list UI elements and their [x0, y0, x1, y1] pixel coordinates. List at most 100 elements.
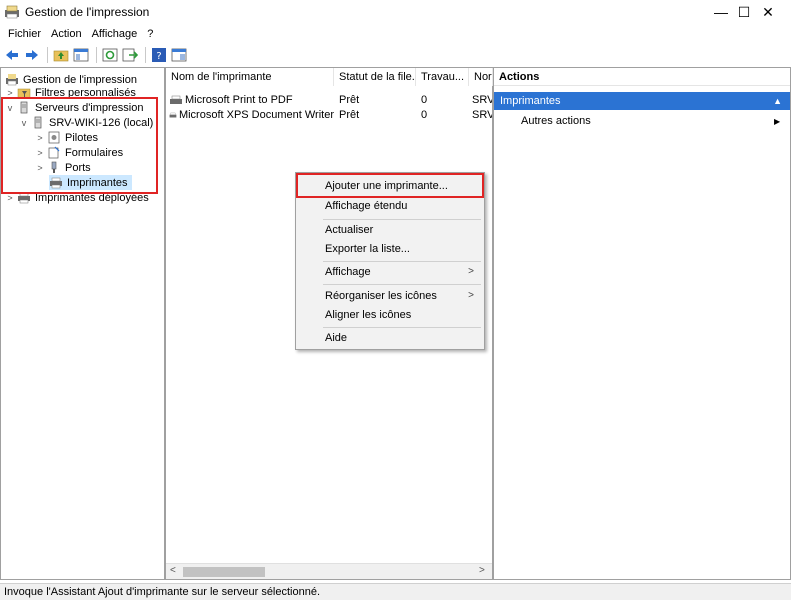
tree-item-label: SRV-WIKI-126 (local) [49, 116, 154, 129]
chevron-right-icon[interactable]: > [35, 133, 45, 143]
chevron-right-icon[interactable]: > [35, 148, 45, 158]
menu-item-ajouter-imprimante[interactable]: Ajouter une imprimante... [296, 176, 484, 196]
actions-section-imprimantes[interactable]: Imprimantes ▲ [494, 92, 790, 110]
printer-name: Microsoft XPS Document Writer [178, 109, 334, 121]
menu-item-exporter-liste[interactable]: Exporter la liste... [296, 239, 484, 259]
menu-item-aide[interactable]: Aide [296, 328, 484, 348]
printer-jobs: 0 [421, 94, 428, 106]
menu-action[interactable]: Action [47, 25, 88, 44]
horizontal-scrollbar[interactable]: < > [166, 563, 492, 579]
menu-separator [323, 284, 481, 285]
menu-bar: Fichier Action Affichage ? [0, 25, 791, 44]
printer-icon [18, 192, 30, 204]
menu-item-label: Réorganiser les icônes [325, 290, 437, 302]
tree-item-deployees[interactable]: > Imprimantes déployées [5, 190, 148, 205]
toolbar: ? [0, 44, 791, 66]
tree-item-label: Filtres personnalisés [35, 86, 136, 99]
tree-item-ports[interactable]: > Ports [35, 160, 91, 175]
submenu-right-icon[interactable]: ▶ [774, 114, 780, 129]
chevron-right-icon[interactable]: > [35, 163, 45, 173]
menu-item-label: Ajouter une imprimante... [325, 180, 448, 192]
printer-icon [170, 95, 182, 104]
status-bar: Invoque l'Assistant Ajout d'imprimante s… [0, 583, 791, 600]
printer-server: SRV [472, 94, 492, 106]
printer-name-cell: Microsoft Print to PDF [169, 93, 334, 107]
menu-item-label: Affichage [325, 266, 371, 278]
show-hide-tree-icon [73, 48, 89, 62]
menu-item-affichage-etendu[interactable]: Affichage étendu [296, 196, 484, 216]
table-row[interactable]: Microsoft Print to PDF Prêt 0 SRV [166, 93, 492, 107]
forward-button[interactable] [23, 46, 41, 64]
filter-folder-icon [17, 88, 31, 99]
tree-item-label: Serveurs d'impression [35, 101, 144, 114]
menu-item-reorganiser-icones[interactable]: Réorganiser les icônes > [296, 286, 484, 306]
refresh-button[interactable] [101, 46, 119, 64]
menu-item-actualiser[interactable]: Actualiser [296, 220, 484, 240]
close-button[interactable]: ✕ [745, 0, 791, 24]
menu-item-label: Affichage étendu [325, 200, 408, 212]
mmc-button[interactable] [170, 46, 188, 64]
export-list-button[interactable] [121, 46, 139, 64]
submenu-arrow-icon: > [468, 266, 474, 277]
up-folder-icon [53, 50, 69, 62]
refresh-icon [102, 48, 118, 62]
submenu-arrow-icon: > [468, 290, 474, 301]
column-header-jobs[interactable]: Travau... [416, 68, 469, 86]
tree-item-pilotes[interactable]: > Pilotes [35, 130, 98, 145]
table-row[interactable]: Microsoft XPS Document Writer Prêt 0 SRV [166, 108, 492, 122]
chevron-right-icon[interactable]: > [5, 88, 15, 98]
close-icon: ✕ [762, 3, 774, 20]
column-header-server[interactable]: Nor [469, 68, 493, 86]
forms-icon [48, 146, 60, 159]
tree-item-label: Formulaires [65, 146, 124, 159]
back-button[interactable] [3, 46, 21, 64]
export-list-icon [122, 48, 138, 62]
tree-item-imprimantes[interactable]: Imprimantes [49, 175, 132, 190]
forward-icon [26, 50, 38, 60]
up-folder-button[interactable] [52, 46, 70, 64]
scroll-right-icon[interactable]: > [479, 565, 485, 576]
actions-header: Actions [494, 68, 790, 86]
menu-item-aligner-icones[interactable]: Aligner les icônes [296, 305, 484, 325]
chevron-down-icon[interactable]: v [5, 103, 15, 113]
title-bar: Gestion de l'impression — ☐ ✕ [0, 0, 791, 24]
column-header-status[interactable]: Statut de la file... [334, 68, 416, 86]
scroll-left-icon[interactable]: < [170, 565, 176, 576]
column-header-name[interactable]: Nom de l'imprimante [166, 68, 334, 86]
printer-jobs: 0 [421, 109, 428, 121]
mmc-icon [171, 48, 187, 62]
show-hide-tree-button[interactable] [72, 46, 90, 64]
menu-help[interactable]: ? [143, 25, 159, 44]
menu-item-label: Actualiser [325, 224, 374, 236]
menu-item-label: Exporter la liste... [325, 243, 410, 255]
toolbar-separator [96, 47, 97, 63]
printer-icon [169, 112, 177, 117]
menu-item-affichage[interactable]: Affichage > [296, 262, 484, 282]
autres-actions-item[interactable]: Autres actions [521, 114, 591, 129]
tree-item-serveurs[interactable]: v Serveurs d'impression [5, 100, 144, 115]
collapse-up-icon[interactable]: ▲ [773, 92, 782, 110]
print-management-icon [5, 5, 19, 19]
menu-item-label: Aligner les icônes [325, 309, 412, 321]
scroll-thumb[interactable] [183, 567, 265, 577]
help-button[interactable]: ? [150, 46, 168, 64]
tree-item-filtres[interactable]: > Filtres personnalisés [5, 85, 136, 100]
printer-icon [50, 177, 62, 189]
help-icon: ? [152, 48, 166, 62]
toolbar-separator [47, 47, 48, 63]
chevron-right-icon[interactable]: > [5, 193, 15, 203]
tree-item-srv-wiki[interactable]: v SRV-WIKI-126 (local) [19, 115, 154, 130]
menu-fichier[interactable]: Fichier [4, 25, 47, 44]
printer-name: Microsoft Print to PDF [185, 94, 293, 106]
autres-actions-label: Autres actions [521, 115, 591, 127]
chevron-down-icon[interactable]: v [19, 118, 29, 128]
printer-server: SRV [472, 109, 492, 121]
tree-item-label: Pilotes [65, 131, 99, 144]
window-title: Gestion de l'impression [25, 5, 150, 19]
tree-item-label: Ports [65, 161, 91, 174]
server-icon [34, 116, 42, 129]
back-icon [6, 50, 18, 60]
menu-affichage[interactable]: Affichage [88, 25, 144, 44]
tree-item-formulaires[interactable]: > Formulaires [35, 145, 123, 160]
tree-item-label: Imprimantes [67, 176, 128, 189]
